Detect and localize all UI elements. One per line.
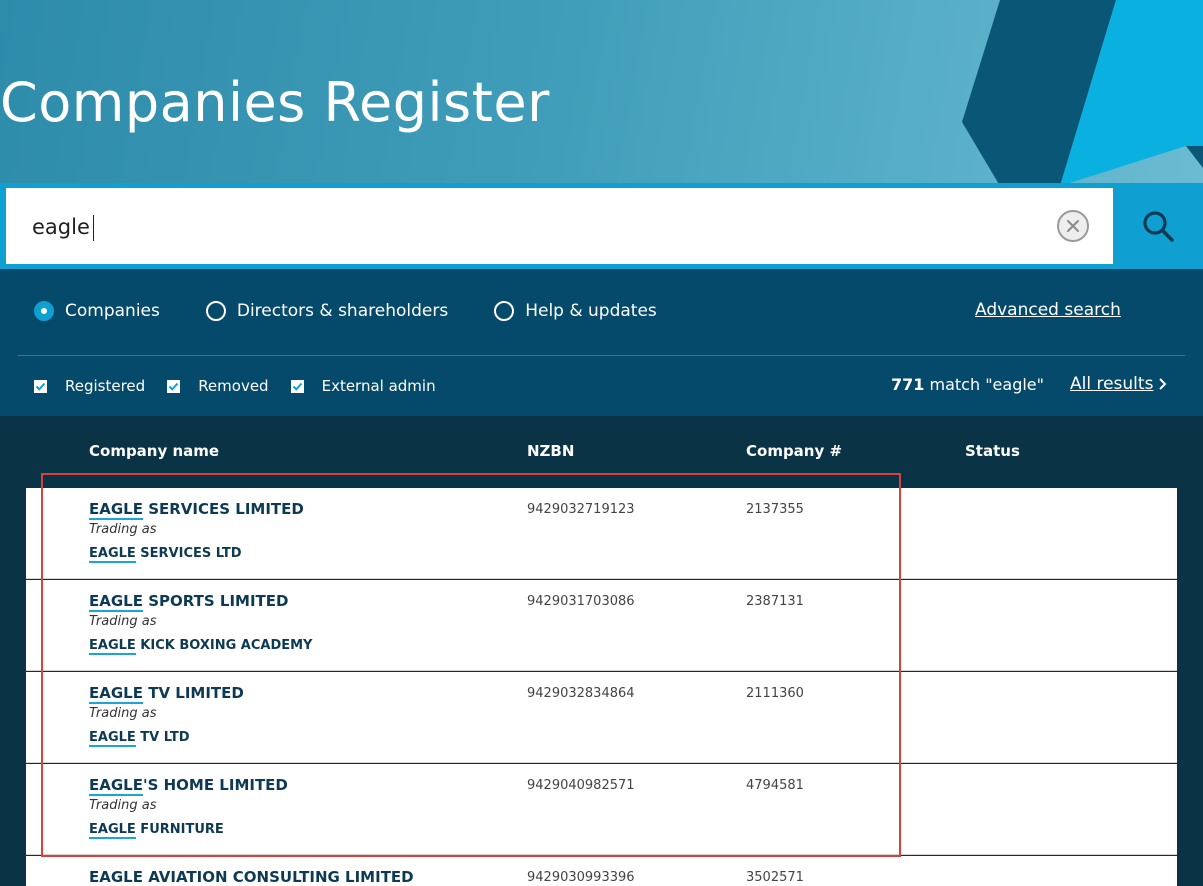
search-type-radios: Companies Directors & shareholders Help … [34,299,703,323]
table-row[interactable]: EAGLE AVIATION CONSULTING LIMITED 942903… [26,856,1177,886]
checkbox-registered[interactable]: Registered [34,377,145,395]
name-rest: SPORTS LIMITED [142,592,289,610]
search-icon [1143,211,1174,242]
trade-highlight: EAGLE [89,638,136,655]
name-rest: 'S HOME LIMITED [142,776,288,794]
header-banner: Companies Register [0,0,1203,186]
name-highlight: EAGLE [89,500,143,520]
checkmark-icon [292,382,302,391]
trading-name: EAGLE KICK BOXING ACADEMY [89,638,313,655]
search-box [6,188,1113,264]
name-rest: SERVICES LIMITED [142,500,304,518]
checkbox-label: Registered [65,377,146,395]
company-number-cell: 4794581 [746,778,804,793]
radio-button[interactable] [205,301,226,321]
match-count: 771 [891,375,925,394]
checkbox-label: Removed [198,377,269,395]
radio-directors-shareholders[interactable]: Directors & shareholders [205,301,449,321]
radio-help-updates[interactable]: Help & updates [494,301,657,321]
trading-name: EAGLE FURNITURE [89,822,224,839]
filter-panel: Companies Directors & shareholders Help … [0,269,1203,416]
search-input[interactable] [32,210,1032,244]
company-number-cell: 2137355 [746,502,804,517]
checkbox-external-admin[interactable]: External admin [290,377,436,395]
advanced-search-link[interactable]: Advanced search [975,300,1121,320]
name-highlight: EAGLE [89,776,143,796]
checkmark-icon [35,382,46,391]
status-checkboxes: Registered Removed External admin [34,375,458,397]
table-row[interactable]: EAGLE SERVICES LIMITED Trading as EAGLE … [26,488,1177,579]
close-icon [1067,220,1079,232]
text-caret [93,215,94,241]
radio-label: Directors & shareholders [236,301,449,321]
search-bar [0,183,1203,269]
radio-button[interactable] [494,301,515,321]
table-row[interactable]: EAGLE'S HOME LIMITED Trading as EAGLE FU… [26,764,1177,855]
clear-search-button[interactable] [1057,210,1089,242]
trading-name: EAGLE SERVICES LTD [89,546,242,563]
column-header-status[interactable]: Status [965,442,1020,460]
name-rest: TV LIMITED [142,684,244,702]
checkbox-label: External admin [321,377,436,395]
table-row[interactable]: EAGLE SPORTS LIMITED Trading as EAGLE KI… [26,580,1177,671]
trade-highlight: EAGLE [89,730,136,747]
search-button[interactable] [1113,183,1203,269]
trade-rest: TV LTD [135,730,190,745]
company-number-cell: 3502571 [746,870,804,885]
trade-highlight: EAGLE [89,822,136,839]
table-row[interactable]: EAGLE TV LIMITED Trading as EAGLE TV LTD… [26,672,1177,763]
trading-as-label: Trading as [89,614,157,629]
all-results-link[interactable]: All results [1070,374,1169,394]
trading-as-label: Trading as [89,522,157,537]
trading-as-label: Trading as [89,706,157,721]
checkbox-removed[interactable]: Removed [167,377,269,395]
company-name-link[interactable]: EAGLE TV LIMITED [89,684,244,704]
column-header-company-number[interactable]: Company # [746,442,842,460]
radio-label: Help & updates [525,301,657,321]
results-table: Company name NZBN Company # Status EAGLE… [0,416,1203,886]
match-query: match "eagle" [929,375,1045,394]
trade-rest: SERVICES LTD [135,546,242,561]
checkmark-icon [168,382,179,391]
company-name-link[interactable]: EAGLE SPORTS LIMITED [89,592,289,612]
trade-rest: FURNITURE [135,822,224,837]
company-name-link[interactable]: EAGLE SERVICES LIMITED [89,500,304,520]
company-name-link[interactable]: EAGLE'S HOME LIMITED [89,776,288,796]
name-highlight: EAGLE [89,592,143,612]
page-title: Companies Register [0,71,550,134]
trade-rest: KICK BOXING ACADEMY [135,638,313,653]
nzbn-cell: 9429040982571 [527,778,635,793]
nzbn-cell: 9429030993396 [527,870,635,885]
nzbn-cell: 9429032719123 [527,502,635,517]
column-header-nzbn[interactable]: NZBN [527,442,574,460]
company-number-cell: 2387131 [746,594,804,609]
company-name-link[interactable]: EAGLE AVIATION CONSULTING LIMITED [89,868,414,886]
nzbn-cell: 9429031703086 [527,594,635,609]
all-results-label: All results [1070,374,1154,394]
name-highlight: EAGLE [89,684,143,704]
checkbox[interactable] [34,379,47,393]
nzbn-cell: 9429032834864 [527,686,635,701]
checkbox[interactable] [290,379,304,393]
radio-companies[interactable]: Companies [34,301,160,321]
chevron-right-icon [1159,378,1167,390]
company-number-cell: 2111360 [746,686,804,701]
trading-as-label: Trading as [89,798,157,813]
name-rest: AVIATION CONSULTING LIMITED [142,868,414,886]
name-highlight: EAGLE [89,868,143,886]
trade-highlight: EAGLE [89,546,136,563]
column-header-company-name[interactable]: Company name [89,442,219,460]
divider [18,355,1185,356]
match-summary: 771 match "eagle" [891,375,1044,394]
trading-name: EAGLE TV LTD [89,730,190,747]
radio-label: Companies [65,301,160,321]
checkbox[interactable] [167,379,181,393]
radio-button[interactable] [34,301,54,321]
